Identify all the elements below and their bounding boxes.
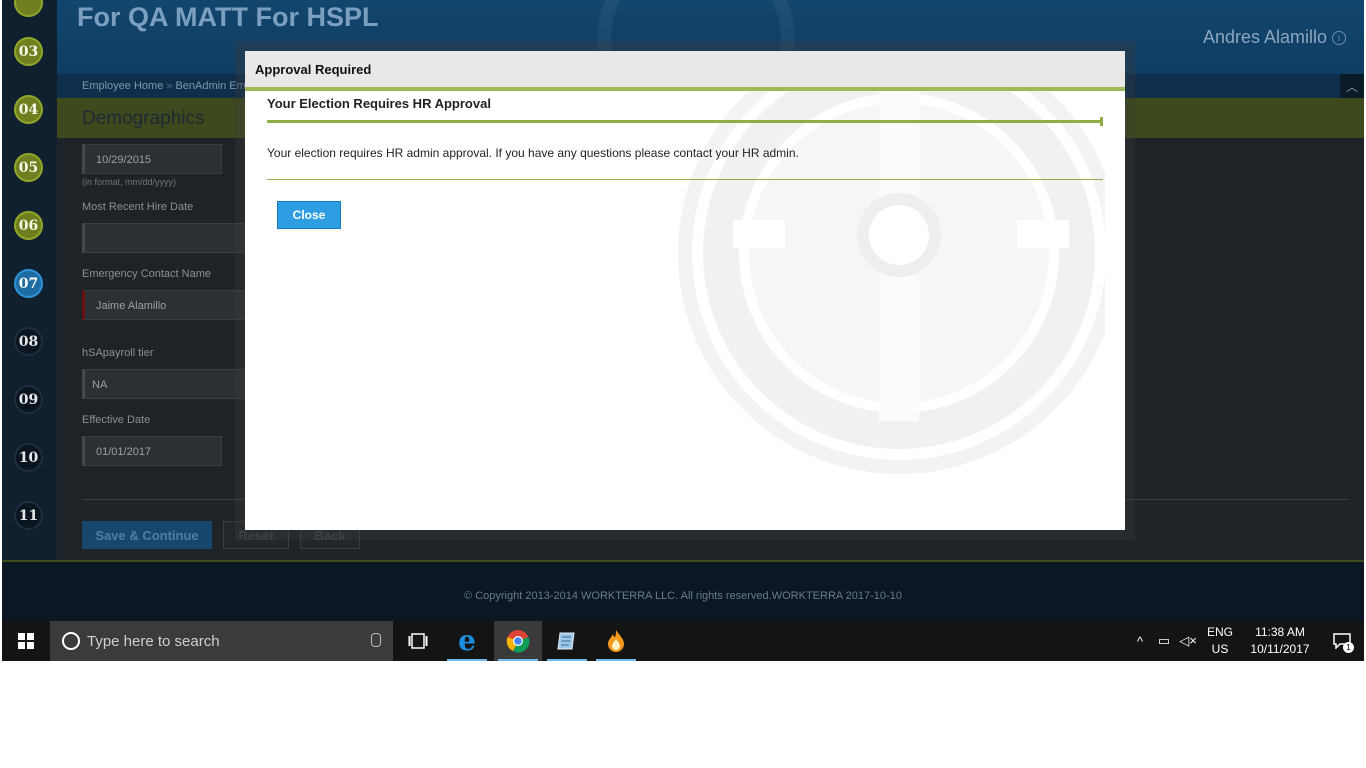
- date-format-hint: (in format, mm/dd/yyyy): [82, 177, 177, 187]
- step-indicator[interactable]: 11: [14, 501, 43, 530]
- emergency-contact-label: Emergency Contact Name: [82, 268, 211, 280]
- chevron-up-icon[interactable]: ^: [1128, 634, 1152, 649]
- flame-app-icon[interactable]: [592, 621, 640, 661]
- step-indicator[interactable]: 10: [14, 443, 43, 472]
- step-indicator[interactable]: 05: [14, 153, 43, 182]
- page-footer: © Copyright 2013-2014 WORKTERRA LLC. All…: [2, 560, 1364, 621]
- action-center-icon[interactable]: 1: [1320, 621, 1364, 661]
- region-code: US: [1211, 642, 1229, 656]
- step-indicator[interactable]: 03: [14, 37, 43, 66]
- step-indicator[interactable]: 09: [14, 385, 43, 414]
- chevron-up-icon[interactable]: ︿: [1340, 74, 1364, 98]
- effective-date-label: Effective Date: [82, 414, 151, 426]
- dialog-title: Approval Required: [255, 62, 372, 77]
- taskbar: Type here to search e ^ ▭ ◁× ENG US 11:3…: [2, 621, 1364, 661]
- info-icon[interactable]: i: [1332, 30, 1346, 45]
- watermark-logo-icon: [678, 71, 1105, 474]
- step-rail: 03 04 05 06 07 08 09 10 11: [2, 0, 57, 560]
- breadcrumb-item-employee-home[interactable]: Employee Home: [82, 80, 163, 92]
- section-title: Demographics: [82, 108, 205, 129]
- effective-date-field[interactable]: 01/01/2017: [82, 436, 222, 466]
- edge-browser-icon[interactable]: e: [443, 621, 491, 661]
- payroll-tier-select[interactable]: NA: [82, 369, 247, 399]
- speaker-muted-icon[interactable]: ◁×: [1176, 633, 1200, 649]
- message-divider: [267, 179, 1103, 180]
- dialog-subtitle: Your Election Requires HR Approval: [267, 96, 491, 111]
- cortana-icon: [62, 632, 80, 650]
- breadcrumb-item-benadmin[interactable]: BenAdmin Em: [175, 80, 245, 92]
- clock-date: 10/11/2017: [1250, 642, 1310, 656]
- step-indicator[interactable]: 04: [14, 95, 43, 124]
- windows-start-icon[interactable]: [2, 621, 50, 661]
- notes-app-icon[interactable]: [543, 621, 591, 661]
- language-indicator[interactable]: ENG US: [1200, 624, 1240, 658]
- approval-dialog: Approval Required Your Election Requires…: [245, 51, 1125, 530]
- notification-count-badge: 1: [1343, 642, 1354, 653]
- task-view-icon[interactable]: [394, 621, 442, 661]
- clock[interactable]: 11:38 AM 10/11/2017: [1240, 624, 1320, 658]
- user-menu[interactable]: Andres Alamillo i: [1203, 27, 1346, 48]
- emergency-contact-field[interactable]: Jaime Alamillo: [82, 290, 247, 320]
- close-button[interactable]: Close: [277, 201, 341, 229]
- hire-date-label: Most Recent Hire Date: [82, 201, 194, 213]
- step-indicator-current[interactable]: 07: [14, 269, 43, 298]
- dialog-header: Approval Required: [245, 51, 1125, 91]
- search-placeholder: Type here to search: [87, 633, 220, 650]
- copyright-text: © Copyright 2013-2014 WORKTERRA LLC. All…: [464, 590, 902, 602]
- save-continue-button[interactable]: Save & Continue: [82, 521, 212, 549]
- date-field[interactable]: 10/29/2015: [82, 144, 222, 174]
- payroll-tier-label: hSApayroll tier: [82, 347, 154, 359]
- system-tray: ^ ▭ ◁× ENG US 11:38 AM 10/11/2017 1: [1128, 621, 1364, 661]
- step-indicator[interactable]: [14, 0, 43, 17]
- hire-date-field[interactable]: [82, 223, 247, 253]
- language-code: ENG: [1206, 625, 1233, 639]
- dialog-message: Your election requires HR admin approval…: [267, 146, 799, 160]
- network-icon[interactable]: ▭: [1152, 633, 1176, 649]
- breadcrumb-separator-icon: »: [166, 80, 173, 92]
- step-indicator[interactable]: 08: [14, 327, 43, 356]
- taskbar-search-box[interactable]: Type here to search: [50, 621, 393, 661]
- user-name: Andres Alamillo: [1202, 27, 1327, 47]
- step-indicator[interactable]: 06: [14, 211, 43, 240]
- company-title: For QA MATT For HSPL: [77, 2, 379, 32]
- clock-time: 11:38 AM: [1255, 625, 1305, 639]
- chrome-browser-icon[interactable]: [494, 621, 542, 661]
- microphone-icon[interactable]: [371, 633, 381, 647]
- subtitle-divider: [267, 117, 1103, 126]
